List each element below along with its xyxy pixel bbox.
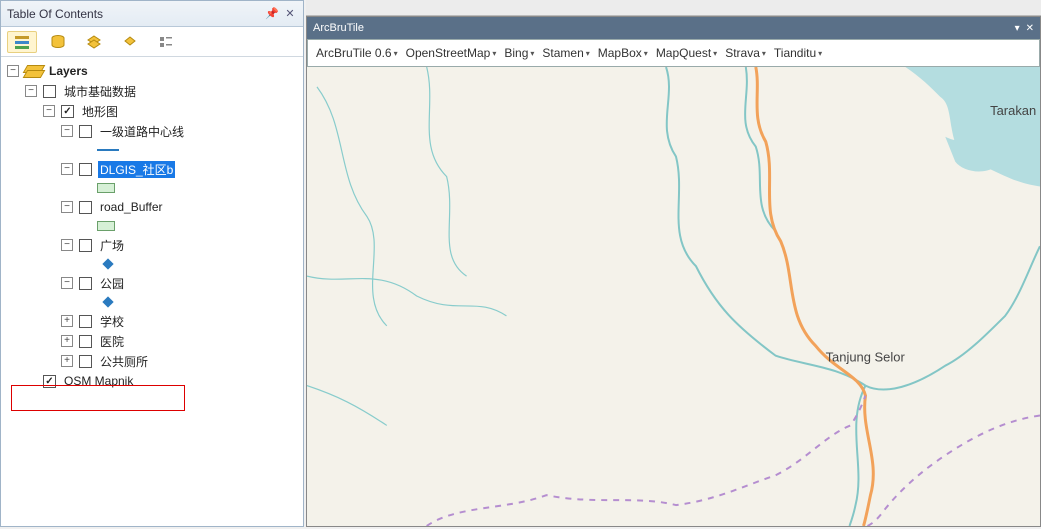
- layers-icon: [25, 65, 41, 77]
- arcbrutile-menubar: ArcBruTile 0.6▾ OpenStreetMap▾ Bing▾ Sta…: [307, 39, 1040, 67]
- layer-hospital[interactable]: + 医院: [3, 331, 301, 351]
- collapse-icon[interactable]: −: [61, 163, 73, 175]
- expand-icon[interactable]: +: [61, 315, 73, 327]
- menu-version[interactable]: ArcBruTile 0.6▾: [314, 46, 400, 60]
- menu-strava[interactable]: Strava▾: [723, 46, 768, 60]
- collapse-icon[interactable]: −: [7, 65, 19, 77]
- visibility-checkbox[interactable]: [61, 105, 74, 118]
- list-by-drawing-order-button[interactable]: [7, 31, 37, 53]
- close-icon[interactable]: ✕: [283, 7, 297, 21]
- expand-blank: [25, 375, 37, 387]
- visibility-checkbox[interactable]: [79, 315, 92, 328]
- toc-titlebar[interactable]: Table Of Contents 📌 ✕: [1, 1, 303, 27]
- layer-tree: − Layers − 城市基础数据 − 地形图 − 一级道路中心线 − DLGI…: [1, 57, 303, 526]
- city-label-tarakan: Tarakan: [990, 103, 1036, 118]
- layer-osm-mapnik[interactable]: OSM Mapnik: [3, 371, 301, 391]
- close-icon[interactable]: ✕: [1026, 23, 1034, 34]
- collapse-icon[interactable]: −: [61, 239, 73, 251]
- chevron-down-icon: ▾: [762, 49, 766, 58]
- chevron-down-icon: ▾: [492, 49, 496, 58]
- layer-label: 广场: [98, 237, 126, 254]
- visibility-checkbox[interactable]: [79, 335, 92, 348]
- layer-road-center[interactable]: − 一级道路中心线: [3, 121, 301, 141]
- chevron-down-icon: ▾: [586, 49, 590, 58]
- menu-tianditu[interactable]: Tianditu▾: [772, 46, 824, 60]
- list-by-selection-button[interactable]: [115, 31, 145, 53]
- layer-label: 医院: [98, 333, 126, 350]
- list-by-visibility-button[interactable]: [79, 31, 109, 53]
- visibility-checkbox[interactable]: [43, 85, 56, 98]
- expand-icon[interactable]: +: [61, 335, 73, 347]
- layer-label: 一级道路中心线: [98, 123, 186, 140]
- menu-stamen[interactable]: Stamen▾: [540, 46, 591, 60]
- main-toolbar-strip: [306, 0, 1041, 16]
- collapse-icon[interactable]: −: [61, 125, 73, 137]
- visibility-checkbox[interactable]: [79, 125, 92, 138]
- collapse-icon[interactable]: −: [25, 85, 37, 97]
- group-terrain[interactable]: − 地形图: [3, 101, 301, 121]
- pin-icon[interactable]: 📌: [265, 7, 279, 21]
- toc-toolbar: [1, 27, 303, 57]
- layer-label: 学校: [98, 313, 126, 330]
- city-label-tanjung-selor: Tanjung Selor: [826, 350, 906, 365]
- layer-label: DLGIS_社区b: [98, 161, 175, 178]
- layer-toilet[interactable]: + 公共厕所: [3, 351, 301, 371]
- layer-dlgis[interactable]: − DLGIS_社区b: [3, 159, 301, 179]
- expand-icon[interactable]: +: [61, 355, 73, 367]
- toc-title-text: Table Of Contents: [7, 2, 103, 26]
- menu-mapbox[interactable]: MapBox▾: [596, 46, 650, 60]
- group-city-base[interactable]: − 城市基础数据: [3, 81, 301, 101]
- table-of-contents-panel: Table Of Contents 📌 ✕ − Layers −: [0, 0, 304, 527]
- chevron-down-icon: ▾: [394, 49, 398, 58]
- layer-label: OSM Mapnik: [62, 374, 135, 388]
- chevron-down-icon: ▾: [644, 49, 648, 58]
- symbol-swatch: [3, 255, 301, 273]
- map-frame: ArcBruTile ▾ ✕ ArcBruTile 0.6▾ OpenStree…: [306, 16, 1041, 527]
- menu-mapquest[interactable]: MapQuest▾: [654, 46, 719, 60]
- visibility-checkbox[interactable]: [79, 201, 92, 214]
- dropdown-icon[interactable]: ▾: [1015, 23, 1020, 34]
- layer-park[interactable]: − 公园: [3, 273, 301, 293]
- map-canvas[interactable]: Tanjung Selor Tarakan: [307, 67, 1040, 526]
- layer-label: 公共厕所: [98, 353, 150, 370]
- layer-road-buffer[interactable]: − road_Buffer: [3, 197, 301, 217]
- arcbrutile-titlebar[interactable]: ArcBruTile ▾ ✕: [307, 17, 1040, 39]
- layer-label: 公园: [98, 275, 126, 292]
- collapse-icon[interactable]: −: [61, 201, 73, 213]
- visibility-checkbox[interactable]: [79, 239, 92, 252]
- tree-root-layers[interactable]: − Layers: [3, 61, 301, 81]
- group-label: 地形图: [80, 103, 120, 120]
- list-by-source-button[interactable]: [43, 31, 73, 53]
- chevron-down-icon: ▾: [818, 49, 822, 58]
- group-label: 城市基础数据: [62, 83, 138, 100]
- visibility-checkbox[interactable]: [79, 277, 92, 290]
- layer-label: road_Buffer: [98, 200, 165, 214]
- options-button[interactable]: [151, 31, 181, 53]
- symbol-swatch: [3, 293, 301, 311]
- visibility-checkbox[interactable]: [43, 375, 56, 388]
- menu-osm[interactable]: OpenStreetMap▾: [404, 46, 499, 60]
- symbol-swatch: [3, 179, 301, 197]
- collapse-icon[interactable]: −: [43, 105, 55, 117]
- chevron-down-icon: ▾: [713, 49, 717, 58]
- symbol-swatch: [3, 217, 301, 235]
- collapse-icon[interactable]: −: [61, 277, 73, 289]
- chevron-down-icon: ▾: [530, 49, 534, 58]
- layer-school[interactable]: + 学校: [3, 311, 301, 331]
- layers-label: Layers: [47, 64, 90, 78]
- menu-bing[interactable]: Bing▾: [502, 46, 536, 60]
- layer-plaza[interactable]: − 广场: [3, 235, 301, 255]
- symbol-swatch: [3, 141, 301, 159]
- visibility-checkbox[interactable]: [79, 355, 92, 368]
- arcbrutile-title-text: ArcBruTile: [313, 22, 364, 34]
- visibility-checkbox[interactable]: [79, 163, 92, 176]
